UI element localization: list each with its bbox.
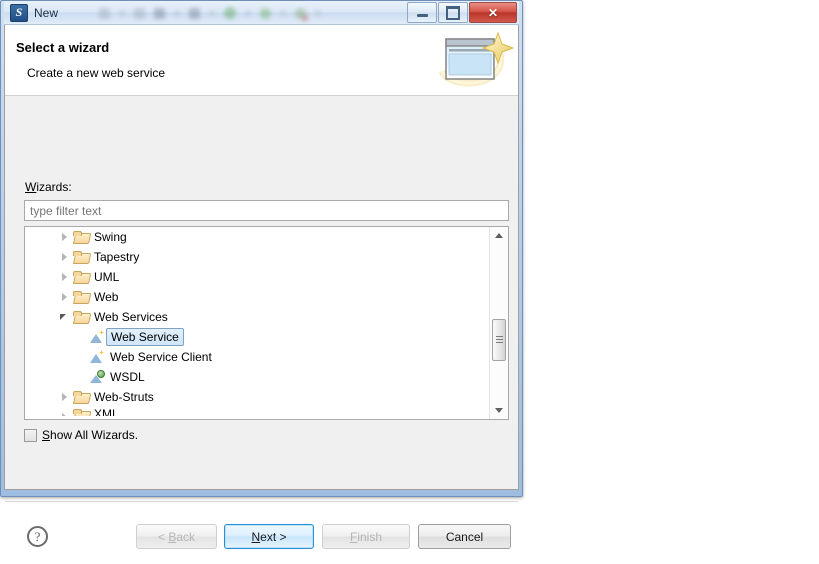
scrollbar-thumb[interactable]: [492, 319, 506, 362]
tree-viewport: Swing Tapestry UML Web Web Services Web …: [25, 227, 489, 419]
ghost-icon: [174, 10, 180, 16]
tree-item-label: Tapestry: [94, 250, 140, 264]
scroll-down-icon[interactable]: [490, 401, 508, 419]
ghost-icon: [99, 7, 110, 19]
wizards-label: Wizards:: [25, 180, 72, 194]
minimize-button[interactable]: [407, 2, 437, 23]
chevron-right-icon[interactable]: [57, 227, 73, 247]
wizards-tree[interactable]: Swing Tapestry UML Web Web Services Web …: [24, 226, 509, 420]
folder-icon: [73, 269, 89, 285]
maximize-button[interactable]: [438, 2, 468, 23]
minimize-icon: [408, 3, 436, 22]
page-title: Select a wizard: [16, 40, 110, 55]
ghost-icon: [224, 7, 236, 19]
ghost-icon: [134, 7, 145, 19]
next-button-label: Next >: [251, 529, 287, 544]
back-button-label: < Back: [157, 529, 196, 544]
next-button[interactable]: Next >: [224, 524, 314, 549]
chevron-right-icon[interactable]: [57, 267, 73, 287]
tree-item-swing[interactable]: Swing: [25, 227, 489, 247]
show-all-wizards-label: Show All Wizards.: [42, 428, 139, 442]
restore-icon: [439, 3, 467, 22]
window-title: New: [34, 6, 59, 20]
finish-button[interactable]: Finish: [322, 524, 410, 549]
ghost-icon: [280, 10, 286, 16]
tree-item-label: Web Service Client: [110, 350, 212, 364]
chevron-right-icon[interactable]: [57, 287, 73, 307]
show-all-wizards-checkbox[interactable]: [24, 428, 37, 442]
tree-item-web[interactable]: Web: [25, 287, 489, 307]
tree-item-tapestry[interactable]: Tapestry: [25, 247, 489, 267]
tree-item-web-services[interactable]: Web Services: [25, 307, 489, 327]
back-button[interactable]: < Back: [136, 524, 217, 549]
page-description: Create a new web service: [27, 66, 166, 80]
tree-scrollbar[interactable]: [489, 227, 508, 419]
wizard-icon: [89, 349, 105, 365]
folder-icon: [73, 407, 89, 416]
tree-item-uml[interactable]: UML: [25, 267, 489, 287]
ghost-icon: [209, 10, 215, 16]
folder-icon: [73, 249, 89, 265]
ghost-icon: [189, 7, 200, 19]
app-icon: [10, 4, 28, 22]
wsdl-icon: [89, 369, 105, 385]
dialog-body: Select a wizard Create a new web service: [4, 25, 519, 549]
folder-icon: [73, 229, 89, 245]
wizard-banner-icon: [438, 31, 514, 87]
tree-item-label: Web-Struts: [94, 390, 154, 404]
background-toolbar-ghost-icons: [99, 3, 399, 23]
finish-button-label: Finish: [349, 529, 383, 544]
chevron-right-icon[interactable]: [57, 387, 73, 407]
tree-item-label: Swing: [94, 230, 127, 244]
wizard-icon: [89, 329, 105, 345]
ghost-icon: [119, 10, 125, 16]
cancel-button[interactable]: Cancel: [418, 524, 511, 549]
tree-item-label: Web Service: [106, 328, 184, 346]
close-button[interactable]: ✕: [469, 2, 517, 23]
window-controls: ✕: [407, 2, 517, 23]
scroll-up-icon[interactable]: [490, 227, 508, 245]
ghost-icon: [154, 7, 165, 19]
ghost-icon: [260, 7, 271, 19]
tree-item-label: UML: [94, 270, 120, 284]
ghost-icon: [315, 10, 321, 16]
tree-item-label: XML: [94, 407, 119, 416]
tree-item-web-service[interactable]: Web Service: [25, 327, 489, 347]
help-icon[interactable]: ?: [27, 526, 48, 547]
chevron-down-icon[interactable]: [57, 307, 73, 327]
close-icon: ✕: [487, 5, 499, 20]
folder-icon: [73, 389, 89, 405]
tree-item-web-struts[interactable]: Web-Struts: [25, 387, 489, 407]
chevron-right-icon[interactable]: [57, 407, 73, 416]
new-wizard-dialog: New ✕: [0, 0, 523, 549]
title-bar[interactable]: New ✕: [4, 1, 519, 25]
tree-item-xml[interactable]: XML: [25, 407, 489, 416]
button-bar: ? < Back Next > Finish Cancel: [5, 508, 518, 564]
ghost-icon: [295, 7, 308, 21]
tree-item-label: Web Services: [94, 310, 168, 324]
tree-item-label: Web: [94, 290, 119, 304]
show-all-wizards-row[interactable]: Show All Wizards.: [24, 428, 138, 442]
button-bar-separator: [5, 501, 518, 503]
folder-icon: [73, 309, 89, 325]
tree-item-web-service-client[interactable]: Web Service Client: [25, 347, 489, 367]
chevron-right-icon[interactable]: [57, 247, 73, 267]
tree-item-label: WSDL: [110, 370, 145, 384]
folder-icon: [73, 289, 89, 305]
ghost-icon: [245, 10, 251, 16]
tree-item-wsdl[interactable]: WSDL: [25, 367, 489, 387]
wizard-banner: Select a wizard Create a new web service: [5, 25, 518, 96]
cancel-button-label: Cancel: [445, 529, 484, 544]
filter-input[interactable]: [24, 200, 509, 221]
